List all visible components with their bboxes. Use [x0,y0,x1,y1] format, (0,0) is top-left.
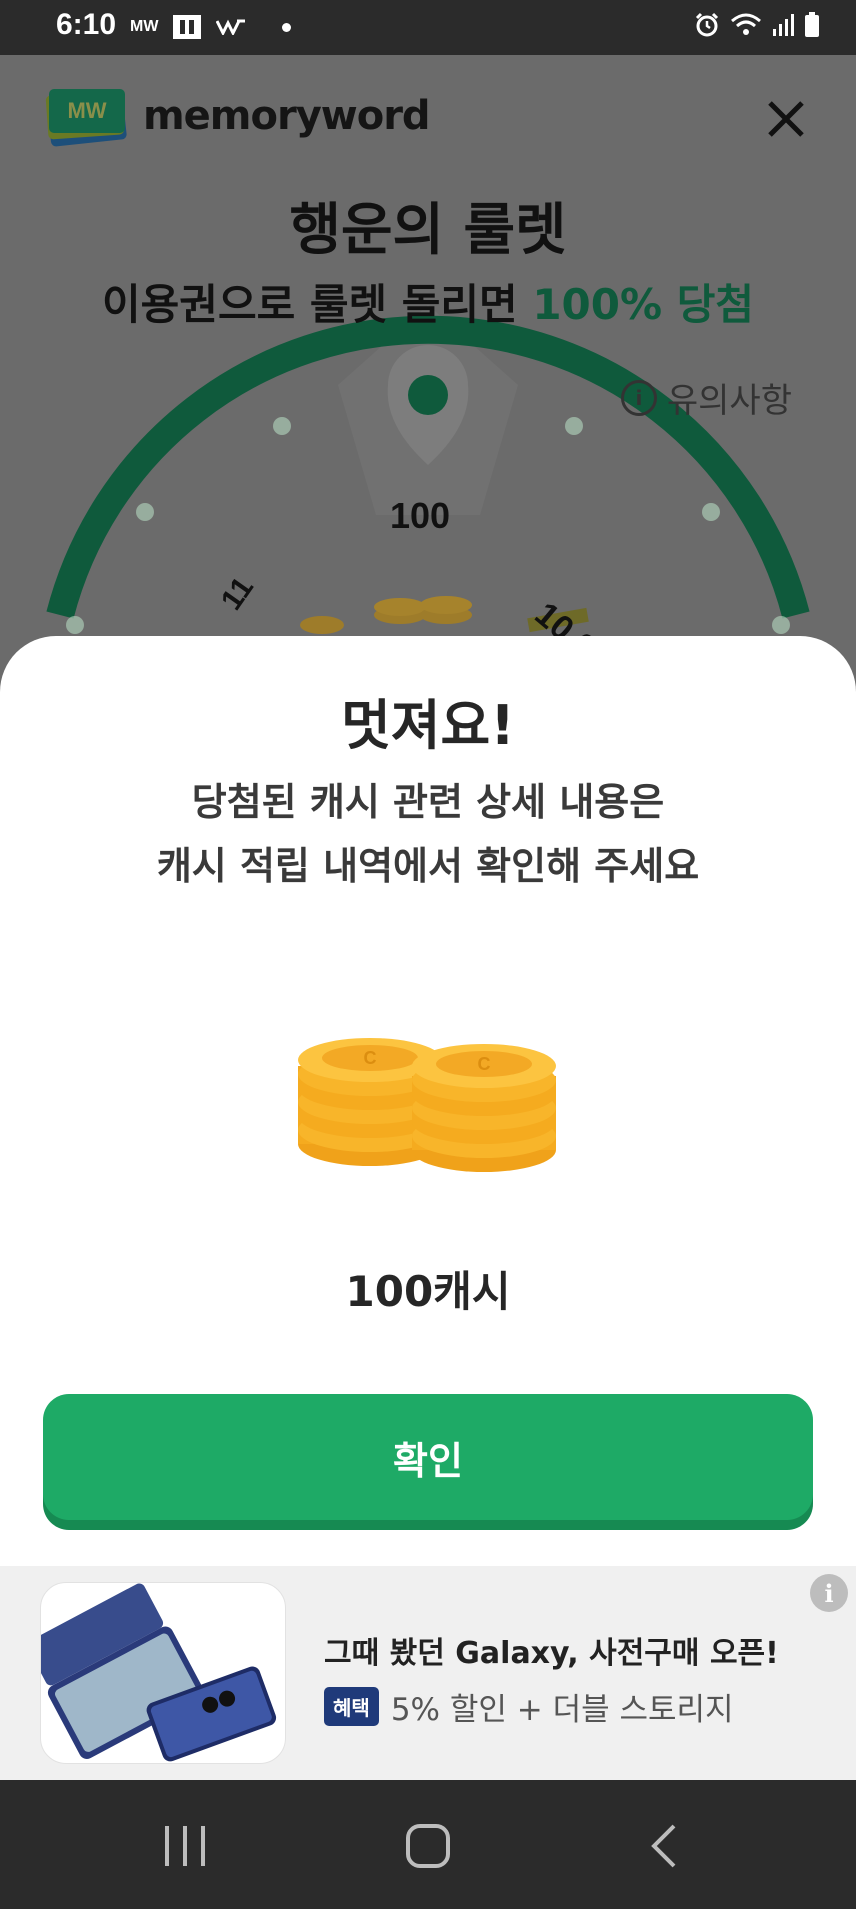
result-message-line1: 당첨된 캐시 관련 상세 내용은 [191,780,665,824]
subtitle-text: 이용권으로 룰렛 돌리면 [102,280,533,329]
roulette-subtitle: 이용권으로 룰렛 돌리면 100% 당첨 [0,271,856,332]
wheel-label-100: 100 [390,495,451,536]
ad-info-icon[interactable]: i [810,1574,848,1612]
roulette-title: 행운의 룰렛 [289,198,567,263]
home-icon[interactable] [398,1816,458,1876]
confirm-button[interactable]: 확인 [43,1394,813,1520]
coin-stack-center [374,596,472,624]
wheel-light [702,503,720,521]
roulette-screen-background: MW memoryword 행운의 룰렛 이용권으로 룰렛 돌리면 100% 당… [0,55,856,691]
webtoon-icon [173,15,202,39]
system-icons [694,12,820,38]
status-time: 6:10 [56,8,117,41]
dot-icon [282,22,292,32]
wheel-light [565,417,583,435]
subtitle-highlight: 100% 당첨 [532,280,754,329]
ad-title[interactable]: 그때 봤던 Galaxy, 사전구매 오픈! [324,1628,779,1672]
wheel-light [66,616,84,634]
result-message: 당첨된 캐시 관련 상세 내용은 캐시 적립 내역에서 확인해 주세요 [0,770,856,898]
wheel-light [772,616,790,634]
battery-icon [805,12,819,37]
result-sheet: 멋져요! 당첨된 캐시 관련 상세 내용은 캐시 적립 내역에서 확인해 주세요… [0,636,856,1566]
wheel-light [273,417,291,435]
reward-amount: 100캐시 [345,1267,511,1316]
logo-text: memoryword [143,93,431,139]
close-icon[interactable] [766,99,806,139]
svg-text:C: C [364,1048,377,1068]
wheel-light [136,503,154,521]
ad-image[interactable] [40,1582,286,1764]
result-title: 멋져요! [341,694,515,757]
recent-apps-icon[interactable] [155,1816,215,1876]
alarm-icon [695,12,719,37]
wifi-icon [731,13,761,35]
signal-icon [773,14,794,36]
svg-text:C: C [478,1054,491,1074]
system-nav-bar [0,1780,856,1909]
notice-link[interactable]: i 유의사항 [620,373,792,422]
result-message-line2: 캐시 적립 내역에서 확인해 주세요 [156,844,700,888]
back-icon[interactable] [636,1816,696,1876]
coin-stack-icon: C C [298,1038,556,1172]
w-icon [216,19,246,35]
info-icon: i [620,379,657,416]
ad-subtitle-row[interactable]: 혜택 5% 할인 + 더블 스토리지 [324,1684,734,1729]
notice-label: 유의사항 [666,381,792,421]
ad-badge: 혜택 [324,1687,379,1726]
galaxy-phones-image [41,1583,277,1762]
coin-stack-left [300,616,344,634]
notification-icons: MW [130,14,292,40]
memoryword-notification-icon: MW [130,18,159,35]
ad-subtitle: 5% 할인 + 더블 스토리지 [390,1692,734,1728]
ad-banner[interactable]: 그때 봤던 Galaxy, 사전구매 오픈! 혜택 5% 할인 + 더블 스토리… [0,1566,856,1780]
coin-stack-right: C [412,1044,556,1172]
status-bar: 6:10 MW [0,0,856,55]
logo-badge: MW [45,89,128,147]
app-logo: MW memoryword [45,89,431,147]
